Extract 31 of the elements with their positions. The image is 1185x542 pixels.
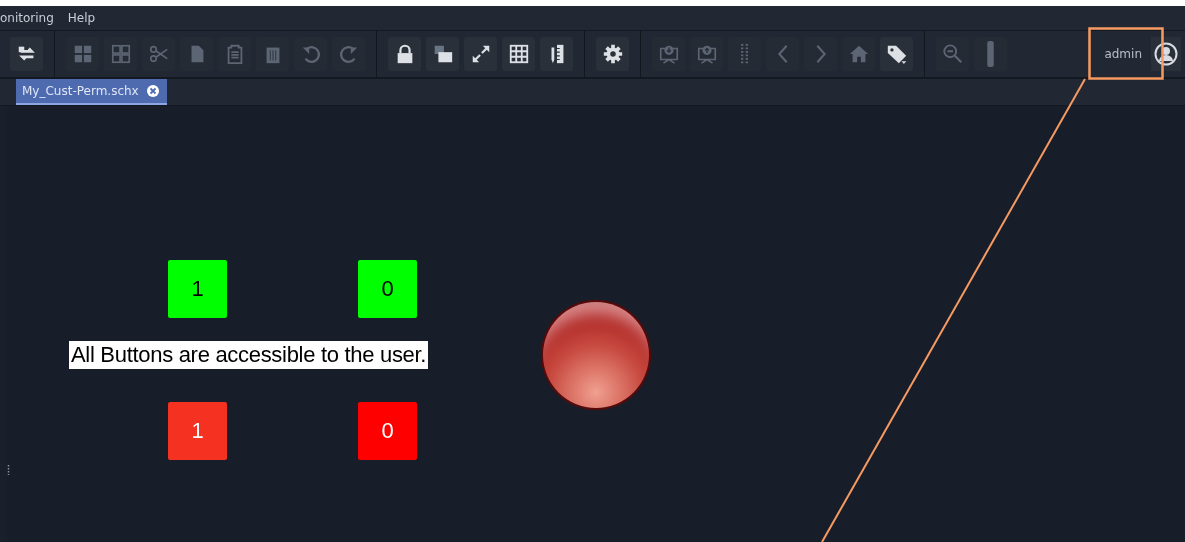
tag-button[interactable]: [880, 37, 913, 71]
grid-icon: [507, 43, 530, 65]
menu-item[interactable]: onitoring: [0, 11, 54, 25]
username: admin: [1104, 47, 1142, 61]
menu-item[interactable]: Help: [67, 11, 96, 25]
user-icon: [1154, 42, 1178, 66]
value-button[interactable]: 1: [168, 260, 227, 318]
value-button[interactable]: 1: [168, 402, 227, 460]
expand-button[interactable]: [464, 37, 497, 71]
upload-icon: [695, 43, 718, 65]
layers-button[interactable]: [426, 37, 459, 71]
slider-icon: [987, 41, 994, 67]
lock-button[interactable]: [388, 37, 421, 71]
cut-icon: [147, 43, 170, 65]
note-text: All Buttons are accessible to the user.: [69, 341, 429, 369]
close-icon[interactable]: [146, 85, 159, 97]
value-button[interactable]: 0: [358, 260, 417, 318]
home-icon: [847, 43, 870, 65]
settings-icon: [601, 43, 624, 65]
tiles-outline-icon: [109, 43, 132, 65]
file-tab[interactable]: My_Cust-Perm.schx: [16, 79, 167, 105]
zoom-out-icon: [941, 43, 964, 65]
grip-icon: [741, 43, 748, 65]
settings-button[interactable]: [596, 37, 629, 71]
download-icon: [657, 43, 680, 65]
value-button[interactable]: 0: [358, 402, 417, 460]
splitter-handle-icon[interactable]: [7, 464, 10, 476]
swap-button[interactable]: [10, 37, 43, 71]
tag-icon: [885, 43, 908, 65]
ruler-button[interactable]: [540, 37, 573, 71]
grid-button[interactable]: [502, 37, 535, 71]
